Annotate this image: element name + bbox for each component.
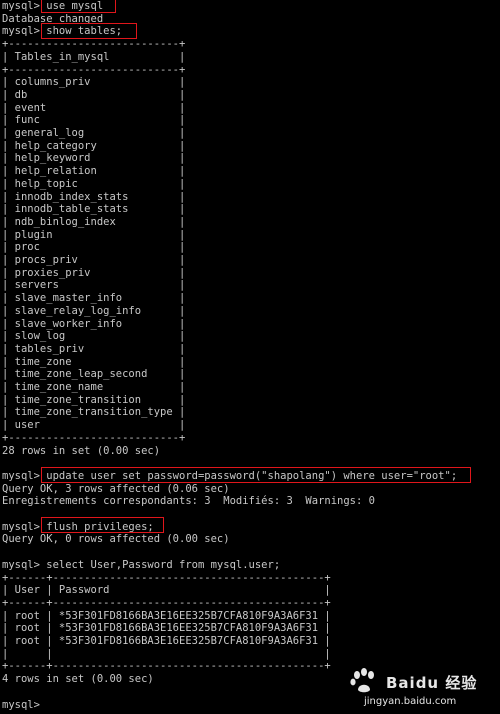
terminal-line: | tables_priv | [2,342,186,355]
watermark-brand: Baidu 经验 [386,674,478,692]
terminal-line: | help_topic | [2,177,186,190]
terminal-line: Query OK, 3 rows affected (0.06 sec) [2,482,230,495]
terminal-line: Query OK, 0 rows affected (0.00 sec) [2,533,230,546]
terminal-line: mysql> use mysql [2,0,104,12]
watermark-url: jingyan.baidu.com [364,696,457,707]
terminal-line: | servers | [2,279,186,292]
terminal-line: | columns_priv | [2,76,186,89]
terminal-line: | proxies_priv | [2,266,186,279]
terminal-line: | plugin | [2,228,186,241]
terminal-line: | slave_master_info | [2,292,186,305]
terminal-line: Database changed [2,12,104,25]
terminal-line: +---------------------------+ [2,38,186,51]
terminal-line: | func | [2,114,186,127]
terminal-line: | root | *53F301FD8166BA3E16EE325B7CFA81… [2,635,331,647]
terminal-line: | innodb_index_stats | [2,190,186,203]
terminal-line: 28 rows in set (0.00 sec) [2,444,161,457]
terminal-line: | help_relation | [2,165,186,178]
terminal-line: | root | *53F301FD8166BA3E16EE325B7CFA81… [2,609,331,622]
terminal-window[interactable]: mysql> use mysql Database changed mysql>… [0,0,500,714]
terminal-line: | general_log | [2,127,186,139]
terminal-line: | slave_worker_info | [2,317,186,330]
terminal-line: +---------------------------+ [2,63,186,76]
terminal-line: mysql> flush privileges; [2,520,154,533]
paw-logo-icon [350,668,374,693]
terminal-line: | db | [2,88,186,101]
terminal-line: +------+--------------------------------… [2,596,331,609]
terminal-line: | innodb_table_stats | [2,203,186,216]
terminal-line: | help_category | [2,139,186,152]
terminal-line: +------+--------------------------------… [2,571,331,584]
terminal-line: | User | Password | [2,584,331,597]
terminal-line: | help_keyword | [2,152,186,165]
terminal-line: | event | [2,101,186,114]
terminal-line: | time_zone_transition | [2,393,186,406]
terminal-line: | time_zone_leap_second | [2,368,186,381]
terminal-line: | root | *53F301FD8166BA3E16EE325B7CFA81… [2,622,331,635]
terminal-line: mysql> update user set password=password… [2,469,458,482]
baidu-jingyan-watermark: Baidu 经验 jingyan.baidu.com [344,666,494,710]
terminal-line: | procs_priv | [2,254,186,266]
terminal-line: | slave_relay_log_info | [2,304,186,317]
terminal-line: mysql> [2,698,40,711]
terminal-line: | time_zone | [2,355,186,368]
terminal-line: | time_zone_transition_type | [2,406,186,419]
terminal-line: | slow_log | [2,330,186,343]
terminal-line: | proc | [2,241,186,254]
terminal-line: +------+--------------------------------… [2,660,331,673]
terminal-line: | Tables_in_mysql | [2,50,186,63]
terminal-line: +---------------------------+ [2,431,186,444]
terminal-line: | user | [2,419,186,432]
terminal-line: mysql> select User,Password from mysql.u… [2,558,281,571]
terminal-line: | ndb_binlog_index | [2,215,186,228]
terminal-line: | time_zone_name | [2,381,186,393]
terminal-line: mysql> show tables; [2,25,123,38]
terminal-line: Enregistrements correspondants: 3 Modifi… [2,495,375,508]
terminal-line: 4 rows in set (0.00 sec) [2,673,154,686]
terminal-line: | | | [2,647,331,660]
